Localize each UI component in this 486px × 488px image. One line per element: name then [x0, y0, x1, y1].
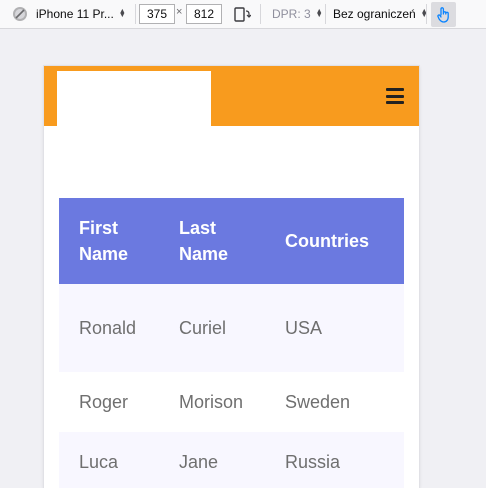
cell-first-name: Luca	[79, 451, 119, 472]
divider	[325, 4, 326, 24]
dimension-separator: ×	[176, 6, 183, 18]
divider	[426, 4, 427, 24]
responsive-toolbar: iPhone 11 Pr... ▲ ▼ 375 × 812 DPR: 3 ▲ ▼ B…	[0, 0, 486, 29]
logo[interactable]	[57, 71, 211, 126]
hamburger-icon[interactable]	[386, 88, 404, 104]
device-label: iPhone 11 Pr...	[36, 7, 114, 21]
dpr-select[interactable]: DPR: 3 ▲ ▼	[272, 0, 323, 28]
cell-last-name: Jane	[179, 451, 219, 472]
dpr-label: DPR: 3	[272, 7, 311, 21]
cell-last-name: Morison	[179, 391, 244, 412]
cell-country: USA	[285, 317, 323, 338]
touch-simulation-button[interactable]	[431, 2, 456, 27]
throttling-select[interactable]: Bez ograniczeń ▲ ▼	[333, 0, 428, 28]
throttling-label: Bez ograniczeń	[333, 7, 416, 21]
cell-first-name: Roger	[79, 391, 129, 412]
people-table: First Name Last Name Countries Ronald Cu…	[59, 198, 404, 488]
column-header-first-name: First Name	[79, 218, 129, 264]
cell-country: Sweden	[285, 391, 351, 412]
device-select[interactable]: iPhone 11 Pr... ▲ ▼	[36, 0, 126, 28]
device-viewport: First Name Last Name Countries Ronald Cu…	[44, 66, 419, 488]
divider	[260, 4, 261, 24]
column-header-countries: Countries	[285, 231, 370, 251]
caret-icon: ▲ ▼	[118, 8, 126, 19]
cell-country: Russia	[285, 451, 341, 472]
width-input[interactable]: 375	[139, 4, 175, 24]
column-header-last-name: Last Name	[179, 218, 229, 264]
site-header	[44, 66, 419, 126]
cell-first-name: Ronald	[79, 317, 137, 338]
height-input[interactable]: 812	[186, 4, 222, 24]
table-row: Ronald Curiel USA	[59, 284, 404, 372]
cell-last-name: Curiel	[179, 317, 227, 338]
divider	[135, 4, 136, 24]
disable-simulation-icon[interactable]	[12, 0, 28, 28]
rotate-device-icon[interactable]	[233, 0, 251, 28]
caret-icon: ▲ ▼	[315, 8, 323, 19]
table-row: Luca Jane Russia	[59, 432, 404, 488]
table-row: Roger Morison Sweden	[59, 372, 404, 432]
table-header-row: First Name Last Name Countries	[59, 198, 404, 284]
touch-icon	[436, 7, 449, 23]
